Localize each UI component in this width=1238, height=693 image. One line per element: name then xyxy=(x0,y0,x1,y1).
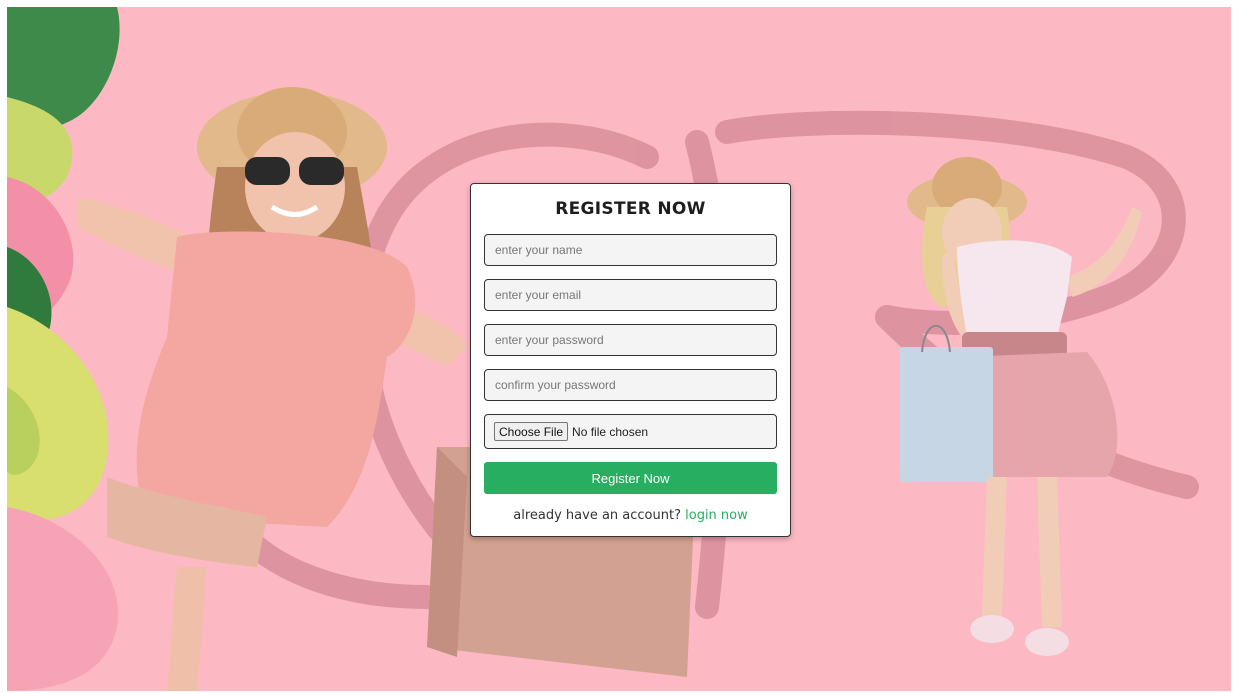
register-button[interactable]: Register Now xyxy=(484,462,777,494)
form-title: REGISTER NOW xyxy=(555,199,706,219)
name-input[interactable] xyxy=(484,234,777,266)
email-input[interactable] xyxy=(484,279,777,311)
password-input[interactable] xyxy=(484,324,777,356)
choose-file-button[interactable]: Choose File xyxy=(494,422,569,441)
confirm-password-input[interactable] xyxy=(484,369,777,401)
register-form: REGISTER NOW Choose File No file chosen … xyxy=(470,183,791,537)
background-scene: REGISTER NOW Choose File No file chosen … xyxy=(7,7,1231,691)
login-prompt-row: already have an account? login now xyxy=(484,508,777,523)
login-prompt: already have an account? xyxy=(513,508,681,523)
login-link[interactable]: login now xyxy=(685,508,748,523)
right-girl-figure xyxy=(900,157,1142,656)
file-input[interactable]: Choose File No file chosen xyxy=(484,414,777,449)
file-status: No file chosen xyxy=(572,424,649,439)
left-foliage xyxy=(7,7,120,691)
